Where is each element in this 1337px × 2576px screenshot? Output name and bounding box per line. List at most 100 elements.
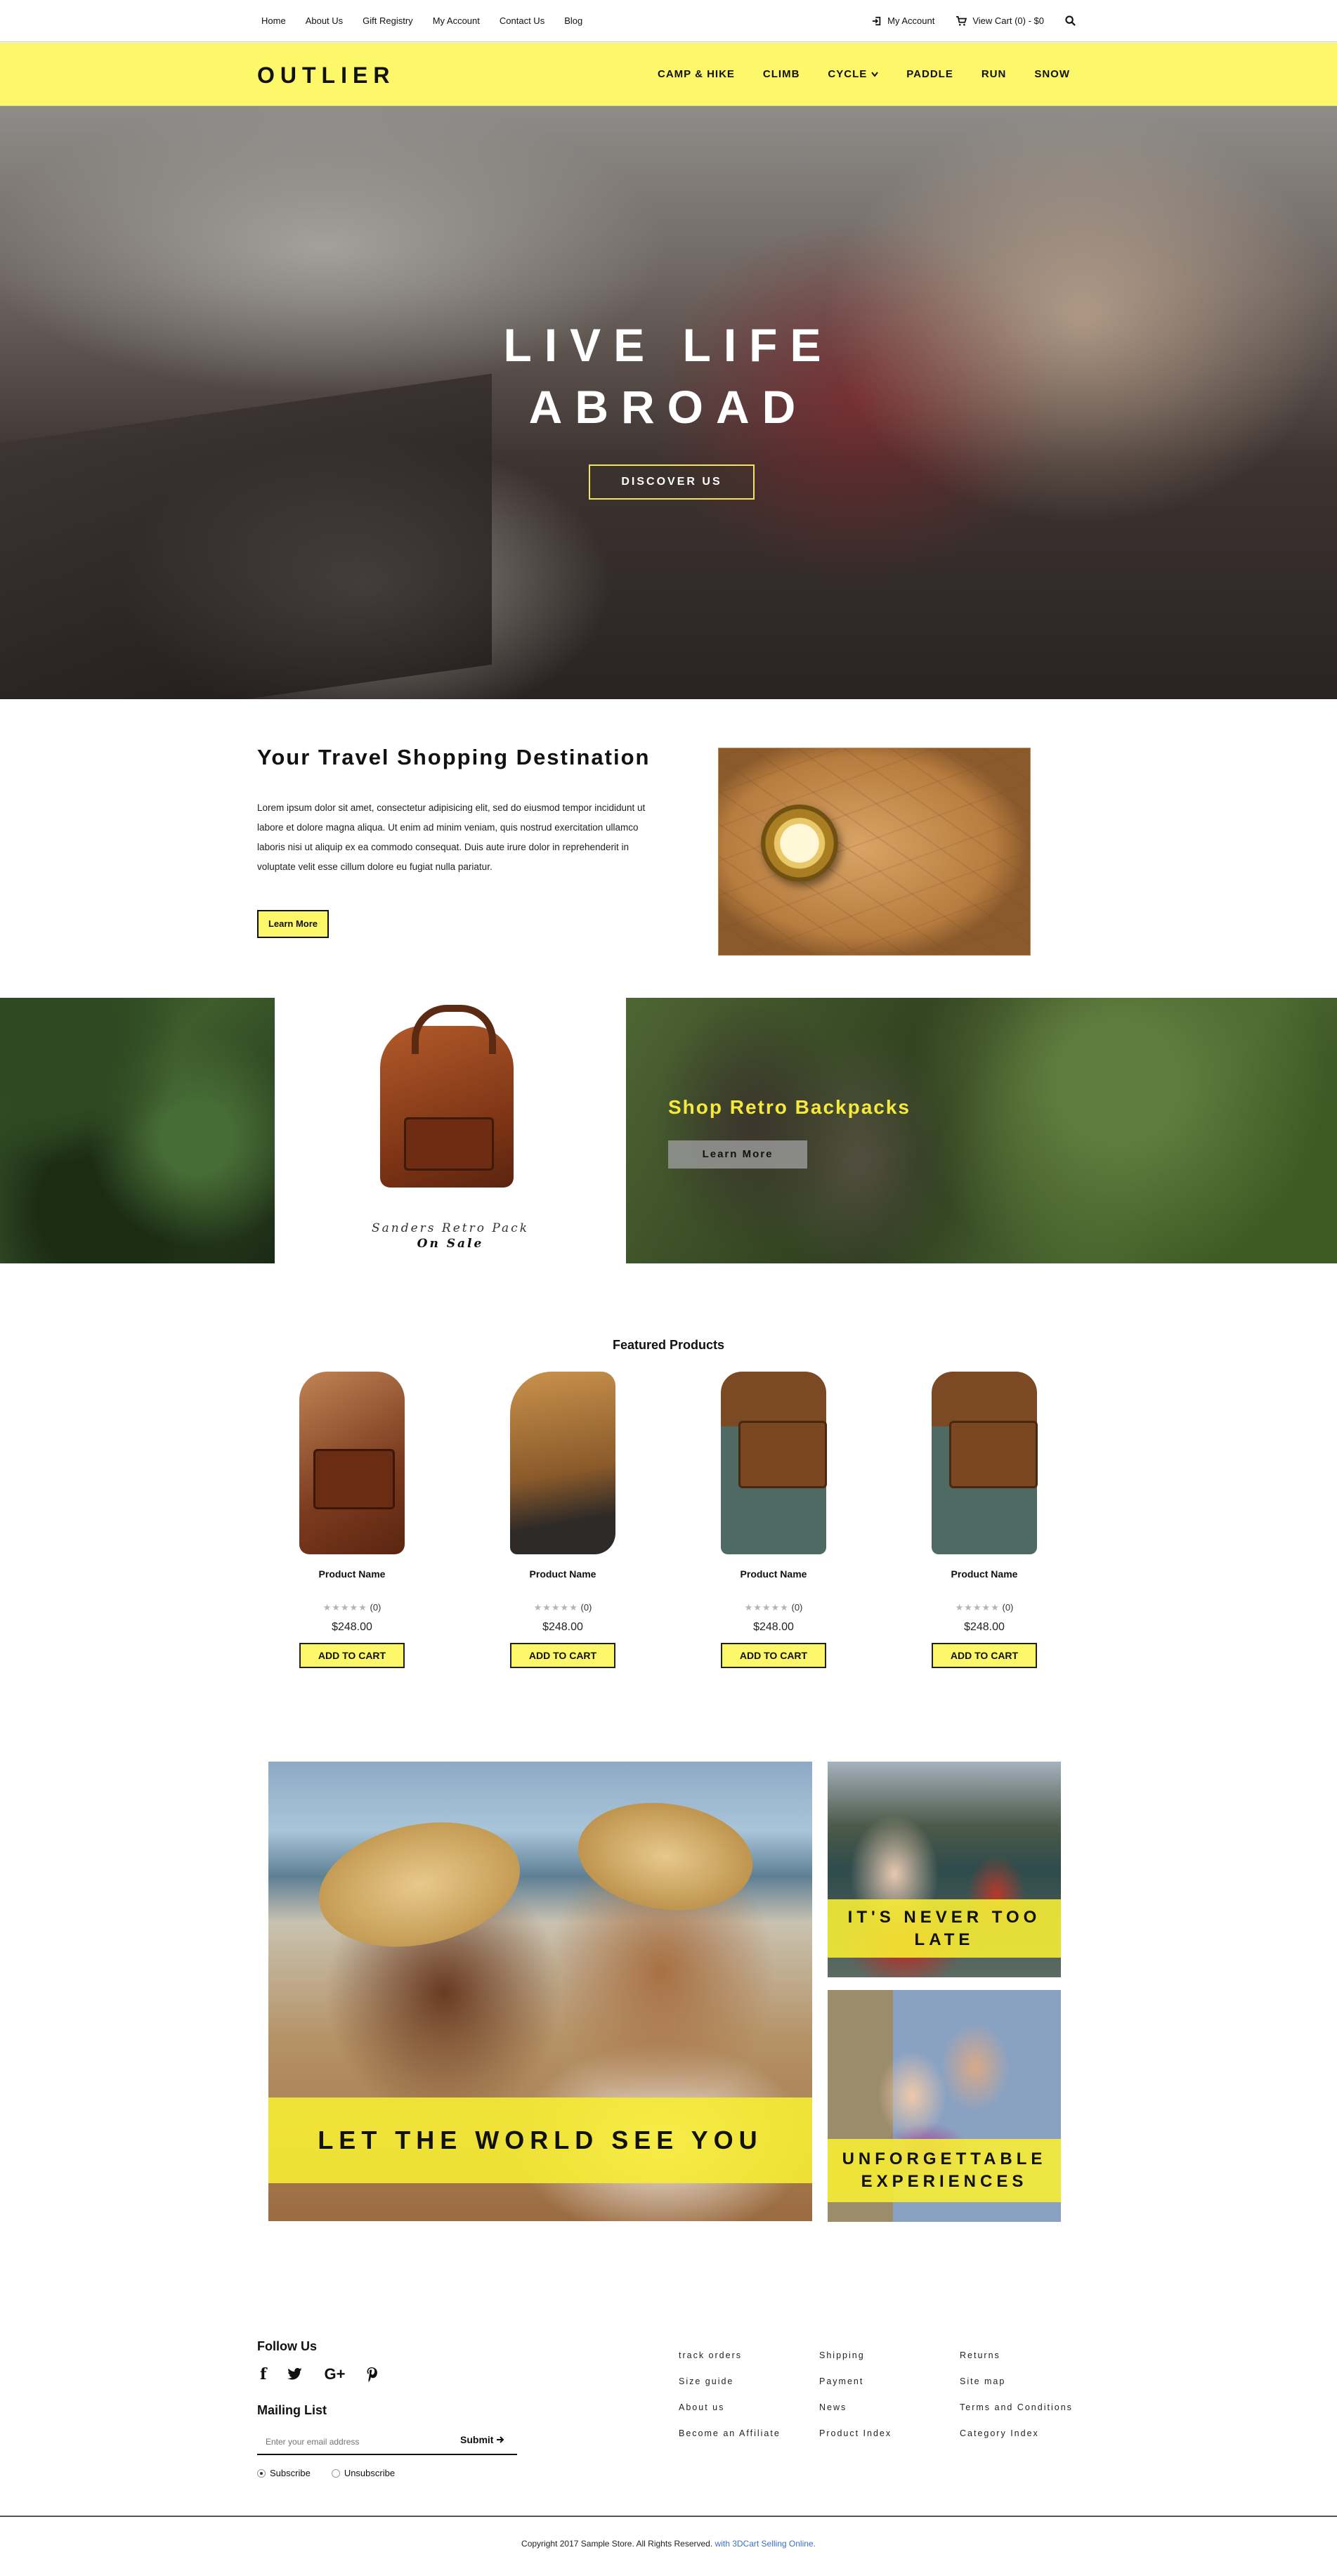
rating-count: (0) [1002,1602,1014,1613]
subscribe-radio[interactable]: Subscribe [257,2468,311,2478]
footer-link[interactable]: track orders [679,2343,781,2369]
main-header: OUTLIER CAMP & HIKE CLIMB CYCLE PADDLE R… [0,43,1337,106]
top-link-about-us[interactable]: About Us [306,15,343,26]
retro-backpacks-banner: Shop Retro Backpacks Learn More [626,998,1337,1263]
product-price: $248.00 [542,1621,583,1633]
my-account-label: My Account [887,15,935,26]
nav-camp-hike[interactable]: CAMP & HIKE [658,68,735,80]
rating-stars-icon: ★★★★★ [744,1602,789,1613]
submit-button[interactable]: Submit [460,2434,504,2445]
unforgettable-experiences-tile[interactable]: UNFORGETTABLE EXPERIENCES [828,1990,1061,2222]
rating-count: (0) [580,1602,592,1613]
3dcart-link[interactable]: with 3DCart Selling Online. [715,2539,816,2549]
product-name[interactable]: Product Name [482,1568,644,1580]
about-learn-more-button[interactable]: Learn More [257,910,329,938]
rating-stars-icon: ★★★★★ [955,1602,1000,1613]
footer-link[interactable]: Payment [819,2369,892,2395]
footer-link[interactable]: Become an Affiliate [679,2421,781,2447]
search-icon[interactable] [1065,15,1076,26]
product-rating: ★★★★★ (0) [482,1602,644,1613]
retro-learn-more-button[interactable]: Learn More [668,1140,807,1169]
hero-banner: LIVE LIFE ABROAD DISCOVER US [0,106,1337,699]
social-links: f G+ [260,2365,378,2383]
view-cart-link[interactable]: View Cart (0) - $0 [956,15,1044,26]
radio-checked-icon [257,2468,266,2478]
rating-stars-icon: ★★★★★ [322,1602,367,1613]
footer-column-2: Shipping Payment News Product Index [819,2343,892,2447]
rating-count: (0) [370,1602,381,1613]
pinterest-icon[interactable] [366,2367,378,2382]
product-name[interactable]: Product Name [271,1568,433,1580]
product-name[interactable]: Product Name [904,1568,1065,1580]
top-link-gift-registry[interactable]: Gift Registry [363,15,413,26]
my-account-link[interactable]: My Account [872,15,934,26]
footer-link[interactable]: Site map [960,2369,1073,2395]
straw-hat-image [307,1804,532,1965]
footer-link[interactable]: Terms and Conditions [960,2395,1073,2421]
hero-title-line2: ABROAD [528,381,809,433]
jungle-photo [0,998,275,1263]
twitter-icon[interactable] [287,2368,303,2381]
green-backpack-image[interactable] [721,1372,827,1554]
add-to-cart-button[interactable]: ADD TO CART [721,1643,826,1668]
product-price: $248.00 [332,1621,372,1633]
subscribe-label: Subscribe [270,2468,311,2478]
nav-snow[interactable]: SNOW [1034,68,1070,80]
copyright-text: Copyright 2017 Sample Store. All Rights … [0,2539,1337,2549]
unsubscribe-radio[interactable]: Unsubscribe [331,2468,396,2478]
tile-caption: IT'S NEVER TOO LATE [828,1899,1061,1958]
copyright-label: Copyright 2017 Sample Store. All Rights … [521,2539,713,2549]
footer-link[interactable]: News [819,2395,892,2421]
cart-icon [956,15,967,26]
top-links: Home About Us Gift Registry My Account C… [261,15,582,26]
sign-in-icon [873,16,881,25]
retro-backpack-image [380,1005,514,1188]
site-logo[interactable]: OUTLIER [257,63,395,89]
facebook-icon[interactable]: f [260,2365,266,2383]
footer-link[interactable]: Size guide [679,2369,781,2395]
footer-link[interactable]: Shipping [819,2343,892,2369]
brown-backpack-image[interactable] [299,1372,405,1554]
about-body: Lorem ipsum dolor sit amet, consectetur … [257,802,646,872]
main-nav: CAMP & HIKE CLIMB CYCLE PADDLE RUN SNOW [658,68,1070,80]
top-link-my-account[interactable]: My Account [433,15,480,26]
top-account-area: My Account View Cart (0) - $0 [872,15,1076,26]
retro-pack-tile[interactable]: Sanders Retro Pack On Sale [275,998,626,1263]
about-title: Your Travel Shopping Destination [257,745,651,769]
nav-paddle[interactable]: PADDLE [906,68,953,80]
footer-link[interactable]: Product Index [819,2421,892,2447]
never-too-late-tile[interactable]: IT'S NEVER TOO LATE [828,1762,1061,1977]
nav-run[interactable]: RUN [981,68,1007,80]
product-name[interactable]: Product Name [693,1568,854,1580]
top-link-contact-us[interactable]: Contact Us [500,15,544,26]
tile-caption: LET THE WORLD SEE YOU [268,2097,812,2183]
add-to-cart-button[interactable]: ADD TO CART [299,1643,405,1668]
straw-hat-image [570,1792,760,1921]
top-utility-bar: Home About Us Gift Registry My Account C… [0,0,1337,42]
let-the-world-see-you-tile[interactable]: LET THE WORLD SEE YOU [268,1762,812,2221]
tile-caption: UNFORGETTABLE EXPERIENCES [828,2139,1061,2202]
compass-icon [761,805,838,882]
retro-pack-sale-label: On Sale [417,1237,484,1251]
product-card: Product Name ★★★★★ (0) $248.00 ADD TO CA… [271,1365,433,1674]
view-cart-label: View Cart (0) - $0 [972,15,1044,26]
add-to-cart-button[interactable]: ADD TO CART [510,1643,615,1668]
discover-us-button[interactable]: DISCOVER US [589,464,755,500]
footer-link[interactable]: Returns [960,2343,1073,2369]
green-backpack-image[interactable] [932,1372,1038,1554]
product-price: $248.00 [753,1621,794,1633]
featured-products-title: Featured Products [612,1338,725,1352]
unsubscribe-label: Unsubscribe [344,2468,396,2478]
hiking-boot-image[interactable] [510,1372,615,1554]
footer-link[interactable]: Category Index [960,2421,1073,2447]
google-plus-icon[interactable]: G+ [324,2365,345,2383]
top-link-blog[interactable]: Blog [564,15,582,26]
nav-cycle-label: CYCLE [828,68,868,80]
product-rating: ★★★★★ (0) [693,1602,854,1613]
top-link-home[interactable]: Home [261,15,286,26]
nav-cycle[interactable]: CYCLE [828,68,879,80]
footer-link[interactable]: About us [679,2395,781,2421]
nav-climb[interactable]: CLIMB [763,68,800,80]
add-to-cart-button[interactable]: ADD TO CART [932,1643,1037,1668]
rating-stars-icon: ★★★★★ [533,1602,578,1613]
